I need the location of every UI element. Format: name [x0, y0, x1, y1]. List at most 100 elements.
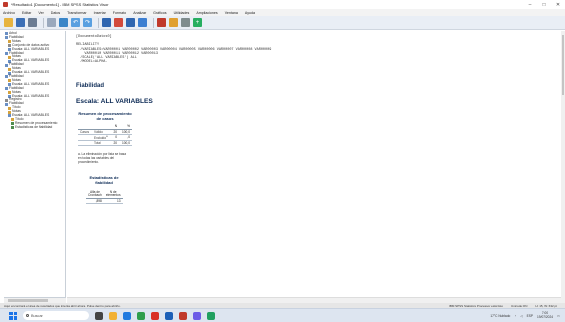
scrollbar-thumb[interactable]	[8, 299, 48, 302]
menu-item-utilidades[interactable]: Utilidades	[174, 11, 190, 15]
processor-status: IBM SPSS Statistics Processor está listo	[449, 303, 504, 308]
note-icon	[11, 118, 14, 122]
book-icon	[5, 51, 8, 55]
menu-item-insertar[interactable]: Insertar	[94, 11, 106, 15]
teams-icon[interactable]	[193, 311, 201, 320]
procedure-heading: Fiabilidad	[76, 83, 105, 89]
goto-data-icon[interactable]	[102, 18, 111, 27]
export-icon[interactable]	[47, 18, 56, 27]
table-row: Total 20 100,0	[78, 140, 132, 146]
open-folder-icon[interactable]	[4, 18, 13, 27]
log-icon	[8, 44, 11, 48]
menu-item-formato[interactable]: Formato	[113, 11, 126, 15]
menu-item-ventana[interactable]: Ventana	[225, 11, 238, 15]
excel-icon[interactable]	[207, 311, 215, 320]
note-icon	[8, 79, 11, 83]
taskbar-clock[interactable]: 7:00 19/07/2024	[537, 311, 553, 319]
table-cell: 20	[110, 140, 120, 146]
spss-taskbar-icon[interactable]	[179, 311, 187, 320]
hide-icon[interactable]	[181, 18, 190, 27]
maximize-icon[interactable]: □	[537, 2, 551, 8]
clock-date: 19/07/2024	[537, 314, 553, 319]
outline-item[interactable]: Estadísticas de fiabilidad	[5, 124, 64, 130]
menu-bar: Archivo Editar Ver Datos Transformar Insertar…	[0, 9, 565, 16]
save-icon[interactable]	[16, 18, 25, 27]
table-cell: 100,0	[119, 140, 132, 146]
wifi-icon[interactable]: ◔	[514, 314, 516, 318]
scale-heading: Escala: ALL VARIABLES	[76, 98, 153, 105]
reliability-statistics-table[interactable]: Alfa de Cronbach N de elementos ,898 13	[86, 190, 123, 204]
note-icon	[8, 40, 11, 44]
show-icon[interactable]: +	[193, 18, 202, 27]
book-icon	[5, 87, 8, 91]
table-cell-label: Excluido	[94, 135, 107, 140]
menu-item-editar[interactable]: Editar	[22, 11, 31, 15]
syntax-log: [DocumentoDatos0] RELIABILITY /VARIABLES…	[76, 35, 272, 65]
store-icon[interactable]	[137, 311, 145, 320]
edge-browser-icon[interactable]	[123, 311, 131, 320]
file-explorer-icon[interactable]	[109, 311, 117, 320]
volume-icon[interactable]: ◁	[520, 314, 522, 318]
task-view-icon[interactable]	[95, 311, 103, 320]
designate-window-icon[interactable]	[169, 18, 178, 27]
spss-app-icon	[3, 2, 8, 7]
table-cell: Total	[92, 140, 111, 146]
table-cell: ,898	[86, 198, 104, 204]
window-title: *Resultado1 [Documento1] - IBM SPSS Stat…	[11, 2, 109, 7]
note-icon	[8, 106, 11, 110]
table-icon	[11, 126, 14, 130]
book-icon	[5, 32, 8, 36]
log-icon	[5, 98, 8, 102]
chrome-icon[interactable]	[151, 311, 159, 320]
notifications-icon[interactable]: ▭	[557, 314, 560, 318]
output-vertical-scrollbar[interactable]	[561, 31, 565, 303]
note-icon	[8, 110, 11, 114]
unicode-status: Unicode:ON	[511, 303, 528, 308]
menu-item-ampliaciones[interactable]: Ampliaciones	[196, 11, 217, 15]
table-footnote: a. La eliminación por lista se basa en t…	[78, 152, 127, 164]
case-processing-table[interactable]: N % Casos Válido 20 100,0 Excluidoa 0 ,0…	[78, 124, 132, 146]
close-icon[interactable]: ✕	[551, 2, 565, 8]
redo-icon[interactable]: ↷	[83, 18, 92, 27]
menu-item-ver[interactable]: Ver	[38, 11, 43, 15]
taskbar-search-input[interactable]: Buscar	[23, 311, 89, 320]
goto-case-icon[interactable]	[114, 18, 123, 27]
table-row: ,898 13	[86, 198, 123, 204]
menu-item-datos[interactable]: Datos	[51, 11, 60, 15]
menu-item-archivo[interactable]: Archivo	[3, 11, 15, 15]
summary-table-title: Resumen de procesamiento de casos	[78, 111, 132, 121]
outline-pane[interactable]: Arbol Fiabilidad Notas Conjunto de datos ac…	[4, 31, 66, 297]
search-icon	[26, 314, 29, 317]
print-icon[interactable]	[28, 18, 37, 27]
book-icon	[5, 36, 8, 40]
note-icon	[8, 67, 11, 71]
find-icon[interactable]	[157, 18, 166, 27]
note-icon	[8, 91, 11, 95]
menu-item-ayuda[interactable]: Ayuda	[245, 11, 255, 15]
menu-item-transformar[interactable]: Transformar	[67, 11, 86, 15]
language-indicator[interactable]: ESP	[527, 314, 533, 318]
dimensions-status: H: 15, W: 632 pt	[535, 303, 557, 308]
scrollbar-thumb[interactable]	[562, 35, 564, 95]
toolbar: ↶ ↷ +	[0, 16, 565, 30]
undo-icon[interactable]: ↶	[71, 18, 80, 27]
windows-taskbar: Buscar 17°C Nublado ◔ ◁ ESP 7:00 19/07/2…	[0, 308, 565, 322]
menu-item-analizar[interactable]: Analizar	[133, 11, 146, 15]
note-icon	[8, 55, 11, 59]
search-placeholder: Buscar	[31, 313, 43, 318]
book-icon	[5, 63, 8, 67]
word-icon[interactable]	[165, 311, 173, 320]
outline-item-label: Estadísticas de fiabilidad	[15, 124, 53, 129]
minimize-icon[interactable]: –	[523, 2, 537, 8]
book-icon	[8, 114, 11, 118]
recall-dialog-icon[interactable]	[59, 18, 68, 27]
windows-start-icon[interactable]	[9, 311, 17, 320]
reliability-table-title: Estadísticas de fiabilidad	[89, 175, 119, 185]
chart-icon[interactable]	[138, 18, 147, 27]
system-tray: 17°C Nublado ◔ ◁ ESP 7:00 19/07/2024 ▭	[486, 311, 565, 319]
weather-status[interactable]: 17°C Nublado	[490, 314, 510, 318]
variables-icon[interactable]	[126, 18, 135, 27]
menu-item-gráficos[interactable]: Gráficos	[153, 11, 166, 15]
footnote-marker: a	[106, 134, 108, 138]
table-header-cell: N de elementos	[103, 190, 123, 199]
